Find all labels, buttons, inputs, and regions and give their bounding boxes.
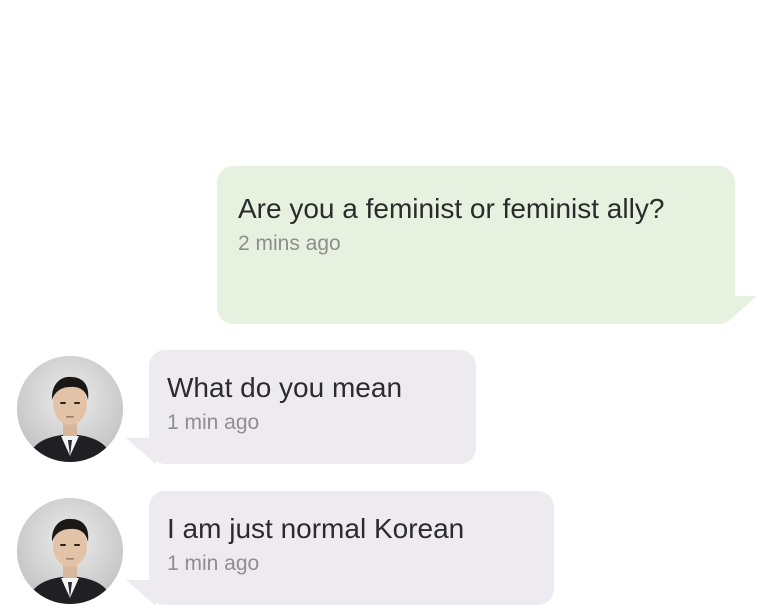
incoming-message-bubble[interactable]: What do you mean 1 min ago (149, 350, 476, 464)
person-avatar-icon (17, 356, 123, 462)
outgoing-message-bubble[interactable]: Are you a feminist or feminist ally? 2 m… (217, 166, 735, 324)
message-text: I am just normal Korean (167, 513, 465, 544)
message-timestamp: 1 min ago (167, 552, 260, 575)
message-timestamp: 2 mins ago (238, 232, 341, 255)
incoming-message-bubble[interactable]: I am just normal Korean 1 min ago (149, 491, 554, 605)
chat-thread: Are you a feminist or feminist ally? 2 m… (0, 0, 768, 607)
contact-avatar[interactable] (17, 356, 123, 462)
person-avatar-icon (17, 498, 123, 604)
incoming-bubble-tail (126, 580, 156, 606)
outgoing-bubble-tail (725, 296, 757, 324)
message-text: What do you mean (167, 372, 403, 403)
incoming-bubble-tail (126, 438, 156, 464)
contact-avatar[interactable] (17, 498, 123, 604)
message-text: Are you a feminist or feminist ally? (238, 193, 665, 224)
message-timestamp: 1 min ago (167, 411, 260, 434)
